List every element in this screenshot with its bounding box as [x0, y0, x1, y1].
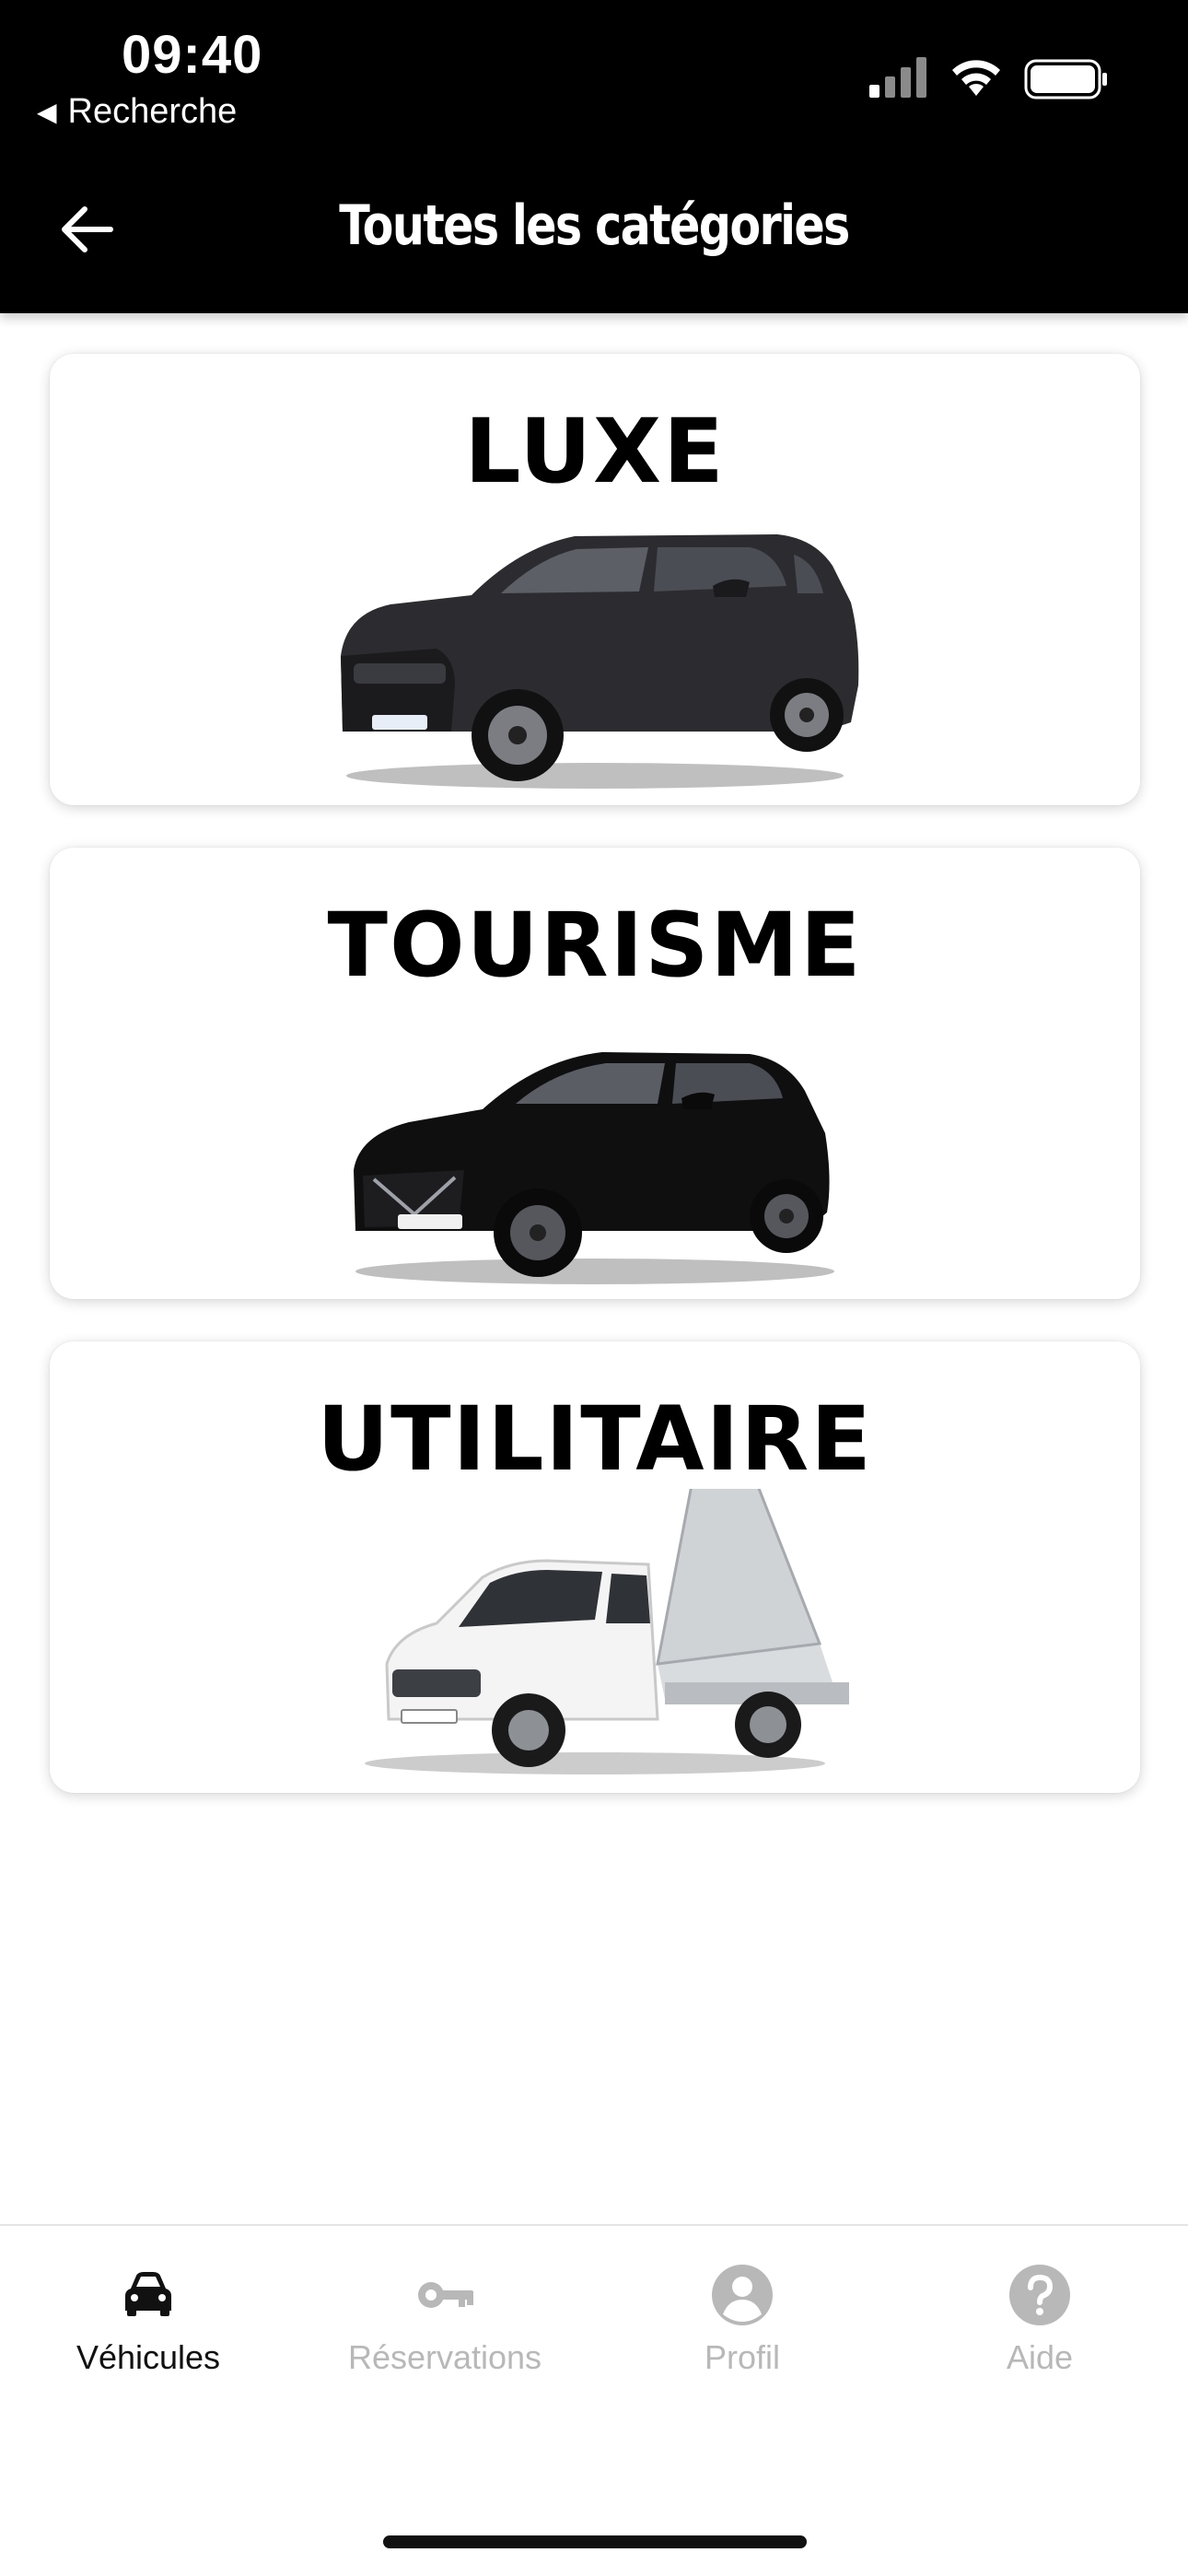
category-list: LUXE TOURISME UTILITAIRE	[50, 354, 1140, 1835]
tab-label: Réservations	[347, 2338, 542, 2376]
page-title: Toutes les catégories	[339, 193, 850, 258]
cellular-signal-icon	[869, 57, 926, 98]
help-icon	[1009, 2265, 1070, 2325]
back-triangle-icon: ◀	[37, 97, 57, 126]
category-card-tourisme[interactable]: TOURISME	[50, 848, 1140, 1299]
tab-label: Véhicules	[76, 2338, 221, 2376]
battery-icon	[1024, 59, 1107, 100]
compact-suv-image	[354, 1052, 834, 1284]
tab-label: Profil	[704, 2338, 781, 2376]
user-icon	[712, 2265, 773, 2325]
bottom-tab-bar: Véhicules Réservations Profil Aide	[0, 2224, 1188, 2576]
category-title: LUXE	[464, 400, 726, 503]
home-indicator[interactable]	[383, 2535, 807, 2548]
app-header: 09:40 ◀ Recherche Toutes les catégories	[0, 0, 1188, 313]
tab-reservations[interactable]: Réservations	[297, 2263, 593, 2392]
luxury-suv-image	[341, 534, 859, 789]
back-to-app-link[interactable]: ◀ Recherche	[37, 92, 237, 132]
car-icon	[125, 2272, 171, 2316]
status-time: 09:40	[122, 25, 263, 85]
tab-aide[interactable]: Aide	[891, 2263, 1188, 2392]
category-card-luxe[interactable]: LUXE	[50, 354, 1140, 805]
tab-label: Aide	[1006, 2338, 1074, 2376]
tab-profil[interactable]: Profil	[594, 2263, 891, 2392]
tab-vehicules[interactable]: Véhicules	[0, 2263, 297, 2392]
category-title: UTILITAIRE	[317, 1388, 873, 1491]
category-card-utilitaire[interactable]: UTILITAIRE	[50, 1341, 1140, 1793]
key-icon	[418, 2282, 473, 2308]
tipper-van-image	[365, 1489, 849, 1774]
back-app-label: Recherche	[67, 92, 238, 131]
category-title: TOURISME	[327, 894, 863, 997]
wifi-icon	[952, 60, 1000, 96]
arrow-left-icon	[62, 206, 113, 252]
